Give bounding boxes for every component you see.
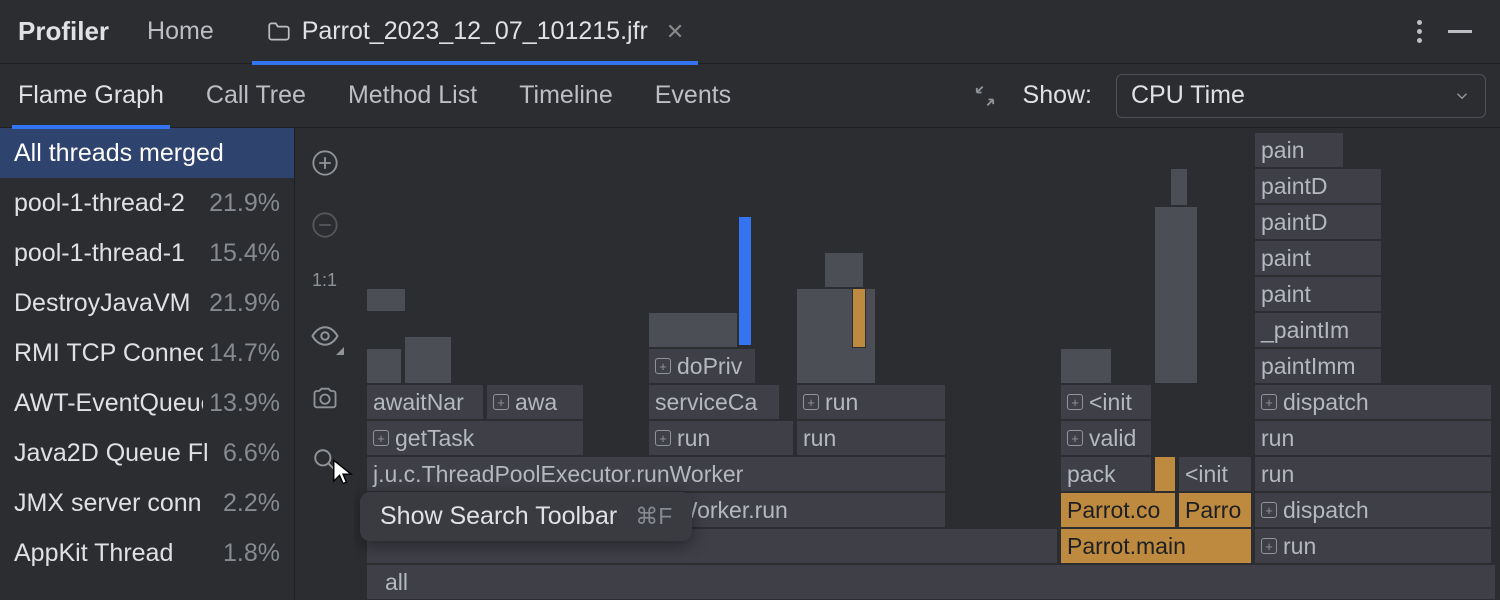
- flame-frame[interactable]: paintD: [1254, 204, 1382, 240]
- flame-frame[interactable]: [824, 252, 864, 288]
- tooltip-text: Show Search Toolbar: [380, 502, 617, 531]
- flame-frame[interactable]: paint: [1254, 240, 1382, 276]
- flame-graph[interactable]: all Parrot.main +run $Worker.run Parrot.…: [354, 128, 1500, 600]
- mouse-cursor: [330, 458, 356, 488]
- tab-timeline[interactable]: Timeline: [519, 64, 613, 128]
- flame-frame[interactable]: paintImm: [1254, 348, 1382, 384]
- flame-frame[interactable]: Parrot.co: [1060, 492, 1176, 528]
- flame-frame[interactable]: paintD: [1254, 168, 1382, 204]
- flame-frame[interactable]: [738, 216, 752, 346]
- flame-frame[interactable]: [366, 348, 402, 384]
- flame-frame[interactable]: Parro: [1178, 492, 1252, 528]
- tab-flame-graph[interactable]: Flame Graph: [18, 64, 164, 128]
- thread-row[interactable]: AWT-EventQueue13.9%: [0, 378, 294, 428]
- flame-frame[interactable]: [1170, 168, 1188, 206]
- thread-row[interactable]: Java2D Queue Fl6.6%: [0, 428, 294, 478]
- kebab-menu-icon[interactable]: [1417, 20, 1422, 43]
- flame-frame[interactable]: +dispatch: [1254, 492, 1492, 528]
- flame-frame[interactable]: [1154, 456, 1176, 492]
- flame-frame[interactable]: [404, 336, 452, 384]
- flame-frame[interactable]: all: [366, 564, 1496, 600]
- minimize-icon[interactable]: [1448, 30, 1472, 33]
- flame-frame[interactable]: run: [1254, 456, 1492, 492]
- zoom-in-icon[interactable]: [308, 146, 342, 180]
- thread-row-all[interactable]: All threads merged: [0, 128, 294, 178]
- flame-frame[interactable]: run: [1254, 420, 1492, 456]
- capture-icon[interactable]: [308, 381, 342, 415]
- focus-icon[interactable]: [308, 319, 342, 353]
- folder-icon: [266, 19, 292, 45]
- flame-frame[interactable]: <init: [1178, 456, 1252, 492]
- flame-frame[interactable]: [648, 312, 738, 348]
- tab-events[interactable]: Events: [655, 64, 731, 128]
- flame-frame[interactable]: paint: [1254, 276, 1382, 312]
- main-area: All threads merged pool-1-thread-221.9% …: [0, 128, 1500, 600]
- thread-row[interactable]: pool-1-thread-115.4%: [0, 228, 294, 278]
- tooltip-shortcut: ⌘F: [635, 503, 672, 530]
- show-dropdown[interactable]: CPU Time: [1116, 74, 1486, 118]
- tooltip: Show Search Toolbar ⌘F: [360, 492, 692, 541]
- show-value: CPU Time: [1131, 81, 1245, 110]
- flame-frame[interactable]: run: [796, 420, 946, 456]
- flame-toolbar: 1:1: [294, 128, 354, 600]
- flame-frame[interactable]: +run: [796, 384, 946, 420]
- tab-method-list[interactable]: Method List: [348, 64, 477, 128]
- flame-frame[interactable]: [1154, 206, 1198, 384]
- zoom-out-icon: [308, 208, 342, 242]
- flame-frame[interactable]: +<init: [1060, 384, 1152, 420]
- flame-frame[interactable]: pain: [1254, 132, 1344, 168]
- flame-frame[interactable]: Parrot.main: [1060, 528, 1252, 564]
- thread-row[interactable]: JMX server conn2.2%: [0, 478, 294, 528]
- thread-row[interactable]: pool-1-thread-221.9%: [0, 178, 294, 228]
- scale-1-1[interactable]: 1:1: [312, 270, 337, 291]
- tab-file[interactable]: Parrot_2023_12_07_101215.jfr ✕: [252, 0, 699, 64]
- file-tab-label: Parrot_2023_12_07_101215.jfr: [302, 17, 648, 46]
- view-tabs: Flame Graph Call Tree Method List Timeli…: [0, 64, 1500, 128]
- flame-frame[interactable]: j.u.c.ThreadPoolExecutor.runWorker: [366, 456, 946, 492]
- thread-row[interactable]: RMI TCP Connec14.7%: [0, 328, 294, 378]
- thread-row[interactable]: DestroyJavaVM21.9%: [0, 278, 294, 328]
- flame-frame[interactable]: pack: [1060, 456, 1152, 492]
- title-bar: Profiler Home Parrot_2023_12_07_101215.j…: [0, 0, 1500, 64]
- flame-frame[interactable]: +valid: [1060, 420, 1152, 456]
- flame-frame[interactable]: +run: [1254, 528, 1492, 564]
- flame-frame[interactable]: +getTask: [366, 420, 584, 456]
- flame-frame[interactable]: _paintIm: [1254, 312, 1382, 348]
- flame-frame[interactable]: [852, 288, 866, 348]
- flame-frame[interactable]: [1060, 348, 1112, 384]
- tab-call-tree[interactable]: Call Tree: [206, 64, 306, 128]
- show-label: Show:: [1023, 81, 1092, 110]
- chevron-down-icon: [1453, 87, 1471, 105]
- tab-home[interactable]: Home: [147, 17, 214, 46]
- flame-frame[interactable]: +doPriv: [648, 348, 756, 384]
- close-icon[interactable]: ✕: [666, 19, 684, 45]
- flame-frame[interactable]: +run: [648, 420, 794, 456]
- thread-list: All threads merged pool-1-thread-221.9% …: [0, 128, 294, 600]
- app-title: Profiler: [18, 16, 109, 47]
- collapse-icon[interactable]: [971, 82, 999, 110]
- thread-row[interactable]: AppKit Thread1.8%: [0, 528, 294, 578]
- flame-frame[interactable]: +dispatch: [1254, 384, 1492, 420]
- flame-frame[interactable]: +awa: [486, 384, 584, 420]
- flame-frame[interactable]: awaitNar: [366, 384, 484, 420]
- flame-frame[interactable]: serviceCa: [648, 384, 780, 420]
- flame-frame[interactable]: [366, 288, 406, 312]
